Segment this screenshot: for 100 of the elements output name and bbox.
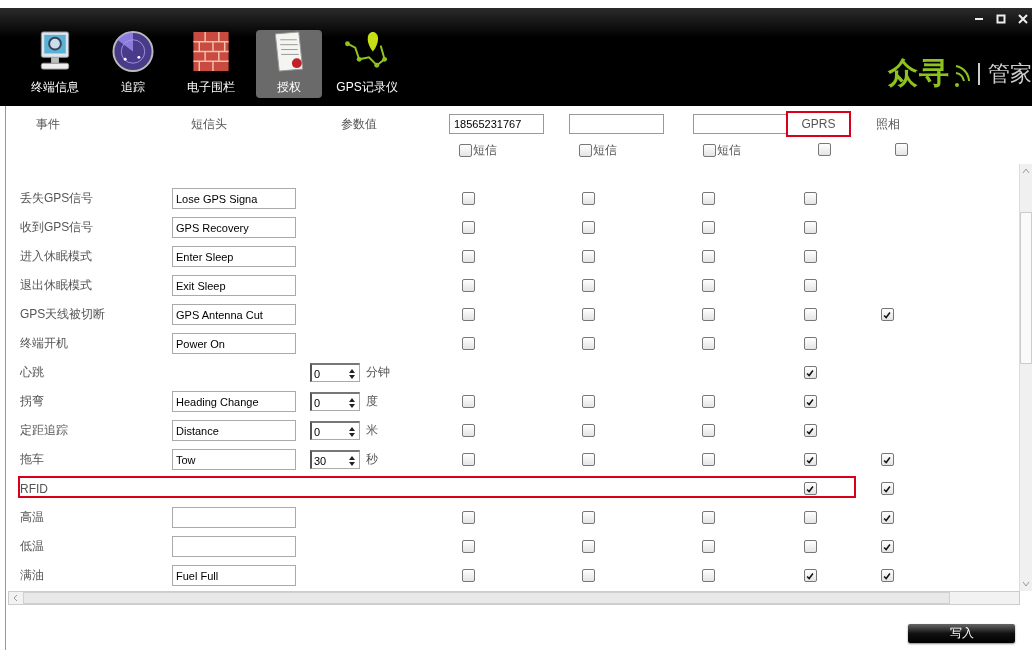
checkbox[interactable] [701,308,715,321]
checkbox[interactable] [579,144,592,157]
checkbox[interactable] [701,279,715,292]
checkbox[interactable] [581,337,595,350]
checkbox[interactable] [803,395,817,408]
checkbox[interactable] [803,511,817,524]
checkbox[interactable] [703,144,716,157]
phone-number-field[interactable]: 18565231767 [449,114,544,134]
unit-label: 度 [366,393,378,410]
checkbox[interactable] [461,511,475,524]
checkbox[interactable] [803,366,817,379]
checkbox[interactable] [701,511,715,524]
checkbox[interactable] [581,453,595,466]
checkbox[interactable] [803,192,817,205]
maximize-icon[interactable] [996,14,1006,24]
brick-wall-icon [191,30,231,73]
write-button[interactable]: 写入 [908,624,1015,643]
event-label: 定距追踪 [19,422,68,439]
checkbox[interactable] [701,395,715,408]
sms-header-field[interactable]: Distance [172,420,296,441]
phone-number-field[interactable] [569,114,664,134]
checkbox[interactable] [701,453,715,466]
checkbox[interactable] [803,569,817,582]
checkbox[interactable] [803,308,817,321]
column-header: GPRS [786,111,851,137]
sms-header-field[interactable] [172,507,296,528]
sms-header-field[interactable]: Exit Sleep [172,275,296,296]
checkbox[interactable] [880,511,894,524]
checkbox[interactable] [581,511,595,524]
toolbar-button[interactable]: 追踪 [100,30,166,98]
checkbox[interactable] [701,337,715,350]
close-icon[interactable] [1018,14,1028,24]
checkbox[interactable] [461,395,475,408]
checkbox[interactable] [461,250,475,263]
checkbox[interactable] [581,221,595,234]
checkbox[interactable] [461,279,475,292]
checkbox[interactable] [461,192,475,205]
checkbox[interactable] [459,144,472,157]
column-header: 照相 [876,115,900,133]
checkbox[interactable] [581,250,595,263]
sms-header-field[interactable]: Lose GPS Signa [172,188,296,209]
toolbar-button[interactable]: GPS记录仪 [334,30,400,98]
number-spinner[interactable]: 0 [310,421,360,440]
checkbox[interactable] [581,308,595,321]
checkbox[interactable] [461,540,475,553]
checkbox[interactable] [803,279,817,292]
app-logo-suffix: 管家 [988,59,1032,88]
sms-header-field[interactable]: Power On [172,333,296,354]
toolbar-button[interactable]: 终端信息 [22,30,88,98]
checkbox[interactable] [895,143,908,156]
horizontal-scrollbar[interactable] [8,591,1020,605]
toolbar-button[interactable]: 授权 [256,30,322,98]
checkbox[interactable] [880,308,894,321]
checkbox[interactable] [880,569,894,582]
checkbox[interactable] [880,482,894,495]
checkbox[interactable] [880,540,894,553]
checkbox[interactable] [803,337,817,350]
sms-header-field[interactable]: Fuel Full [172,565,296,586]
event-label: 丢失GPS信号 [19,190,94,207]
checkbox[interactable] [461,453,475,466]
sms-header-field[interactable]: GPS Recovery [172,217,296,238]
toolbar-button[interactable]: 电子围栏 [178,30,244,98]
checkbox[interactable] [461,308,475,321]
phone-number-field[interactable] [693,114,788,134]
sms-header-field[interactable]: Tow [172,449,296,470]
number-spinner[interactable]: 30 [310,450,360,469]
sms-header-field[interactable]: Heading Change [172,391,296,412]
checkbox[interactable] [701,569,715,582]
checkbox[interactable] [461,424,475,437]
checkbox[interactable] [803,424,817,437]
checkbox[interactable] [581,192,595,205]
checkbox[interactable] [581,424,595,437]
unit-label: 秒 [366,451,378,468]
event-label: 退出休眠模式 [19,277,92,294]
checkbox[interactable] [818,143,831,156]
checkbox[interactable] [803,453,817,466]
checkbox[interactable] [701,192,715,205]
number-spinner[interactable]: 0 [310,392,360,411]
checkbox[interactable] [803,540,817,553]
checkbox[interactable] [803,482,817,495]
checkbox[interactable] [880,453,894,466]
event-label: GPS天线被切断 [19,306,106,323]
checkbox[interactable] [461,569,475,582]
sms-header-field[interactable] [172,536,296,557]
sms-header-field[interactable]: Enter Sleep [172,246,296,267]
sms-header-field[interactable]: GPS Antenna Cut [172,304,296,325]
event-label: 心跳 [19,364,44,381]
number-spinner[interactable]: 0 [310,363,360,382]
checkbox[interactable] [581,569,595,582]
checkbox[interactable] [581,279,595,292]
checkbox[interactable] [701,424,715,437]
checkbox[interactable] [701,250,715,263]
checkbox[interactable] [803,250,817,263]
checkbox[interactable] [581,540,595,553]
checkbox[interactable] [803,221,817,234]
checkbox[interactable] [581,395,595,408]
checkbox[interactable] [461,221,475,234]
checkbox[interactable] [701,540,715,553]
checkbox[interactable] [461,337,475,350]
checkbox[interactable] [701,221,715,234]
